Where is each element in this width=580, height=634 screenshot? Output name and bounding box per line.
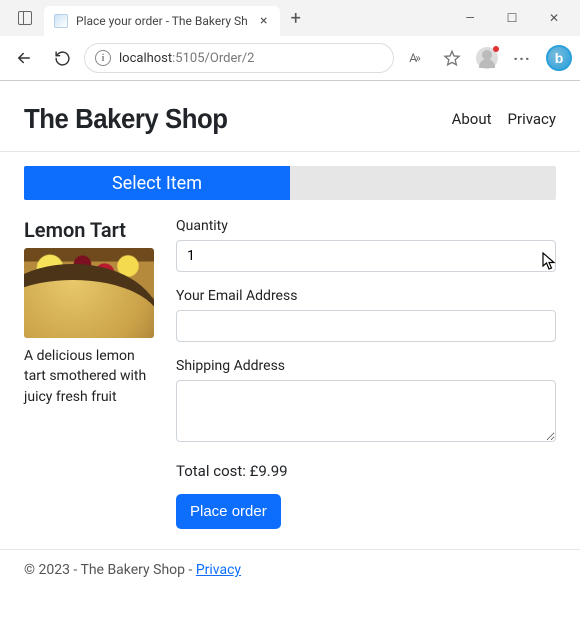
item-title: Lemon Tart — [24, 218, 154, 242]
back-button[interactable] — [8, 42, 40, 74]
email-input[interactable] — [176, 310, 556, 342]
brand-logo[interactable]: The Bakery Shop — [24, 103, 228, 135]
shipping-input[interactable] — [176, 380, 556, 442]
nav-about[interactable]: About — [452, 110, 492, 128]
bing-sidebar-icon[interactable] — [546, 45, 572, 71]
quantity-label: Quantity — [176, 218, 556, 234]
favorites-icon[interactable] — [438, 44, 466, 72]
tab-title: Place your order - The Bakery Sh — [76, 14, 248, 28]
window-controls: — ☐ ✕ — [450, 4, 574, 32]
profile-button[interactable] — [476, 47, 498, 69]
order-progress: Select Item — [24, 166, 556, 200]
close-tab-icon[interactable]: × — [256, 13, 272, 29]
progress-step-select[interactable]: Select Item — [24, 166, 290, 200]
tab-bar: Place your order - The Bakery Sh × + — ☐… — [0, 0, 580, 36]
place-order-button[interactable]: Place order — [176, 494, 281, 529]
site-header: The Bakery Shop About Privacy — [0, 93, 580, 152]
maximize-button[interactable]: ☐ — [492, 4, 532, 32]
notification-dot-icon — [493, 46, 499, 52]
favicon-icon — [54, 14, 68, 28]
item-image — [24, 248, 154, 338]
item-description: A delicious lemon tart smothered with ju… — [24, 346, 154, 407]
more-menu-icon[interactable]: ··· — [508, 44, 536, 72]
site-footer: © 2023 - The Bakery Shop - Privacy — [0, 549, 580, 578]
shipping-label: Shipping Address — [176, 358, 556, 374]
total-cost: Total cost: £9.99 — [176, 462, 556, 480]
nav-links: About Privacy — [452, 110, 556, 128]
footer-copyright: © 2023 - The Bakery Shop - — [24, 562, 196, 578]
progress-step-next — [290, 166, 556, 200]
site-info-icon[interactable]: i — [95, 50, 111, 66]
browser-tab[interactable]: Place your order - The Bakery Sh × — [44, 6, 280, 36]
quantity-input[interactable] — [176, 240, 556, 272]
refresh-button[interactable] — [46, 42, 78, 74]
close-window-button[interactable]: ✕ — [534, 4, 574, 32]
total-value: £9.99 — [250, 462, 288, 480]
item-column: Lemon Tart A delicious lemon tart smothe… — [24, 218, 154, 407]
minimize-button[interactable]: — — [450, 4, 490, 32]
browser-chrome: Place your order - The Bakery Sh × + — ☐… — [0, 0, 580, 81]
total-label: Total cost: — [176, 462, 250, 480]
nav-privacy[interactable]: Privacy — [508, 110, 556, 128]
url-host: localhost — [119, 51, 172, 66]
footer-privacy-link[interactable]: Privacy — [196, 562, 241, 578]
url-path: /Order/2 — [205, 51, 255, 66]
page-content: The Bakery Shop About Privacy Select Ite… — [0, 81, 580, 598]
email-label: Your Email Address — [176, 288, 556, 304]
url-port: :5105 — [172, 51, 204, 66]
tab-actions-icon[interactable] — [6, 11, 44, 25]
order-form: Quantity Your Email Address Shipping Add… — [176, 218, 556, 529]
address-bar: i localhost:5105/Order/2 A» ··· — [0, 36, 580, 80]
reader-mode-icon[interactable]: A» — [400, 44, 428, 72]
url-input[interactable]: i localhost:5105/Order/2 — [84, 43, 394, 73]
new-tab-button[interactable]: + — [282, 4, 310, 32]
